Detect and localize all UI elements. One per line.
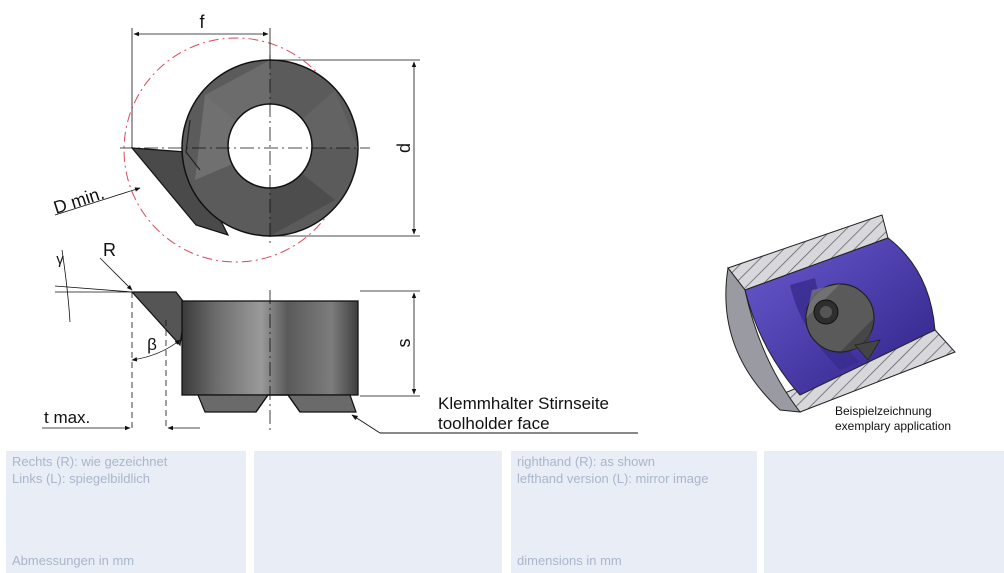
toolholder-leader: Klemmhalter Stirnseite toolholder face: [351, 394, 638, 434]
label-r: R: [103, 240, 116, 260]
footer-panel-blank-2: [764, 451, 1004, 573]
de-units: Abmessungen in mm: [12, 553, 135, 568]
top-view: [120, 37, 370, 263]
toolholder-de: Klemmhalter Stirnseite: [438, 394, 609, 413]
label-beta: β: [147, 335, 157, 354]
footer-panel-de: Rechts (R): wie gezeichnet Links (L): sp…: [6, 451, 246, 573]
example-en: exemplary application: [835, 419, 951, 433]
footer-panel-blank-1: [254, 451, 502, 573]
dim-t-max: t max.: [42, 408, 200, 431]
en-note-righthand: righthand (R): as shown: [517, 454, 656, 469]
label-t-max: t max.: [44, 408, 90, 427]
example-de: Beispielzeichnung: [835, 404, 932, 418]
en-note-lefthand: lefthand version (L): mirror image: [517, 471, 709, 486]
toolholder-en: toolholder face: [438, 414, 550, 433]
dim-gamma: γ: [54, 249, 133, 323]
de-note-lefthand: Links (L): spiegelbildlich: [12, 471, 151, 486]
example-illustration: Beispielzeichnung exemplary application: [725, 214, 956, 433]
dim-r: R: [99, 240, 133, 291]
label-gamma: γ: [56, 251, 64, 268]
label-s: s: [394, 339, 414, 348]
en-units: dimensions in mm: [517, 553, 622, 568]
footer-panel-en: righthand (R): as shown lefthand version…: [511, 451, 757, 573]
technical-drawing: f d D min. s γ R β t max. Klemmhalter St…: [42, 12, 956, 434]
de-note-righthand: Rechts (R): wie gezeichnet: [12, 454, 168, 469]
side-cutting-tip: [130, 291, 187, 347]
dim-d-min: D min.: [51, 183, 141, 218]
label-d-min: D min.: [51, 183, 107, 218]
label-d: d: [394, 143, 414, 153]
dim-s: s: [360, 290, 420, 397]
label-f: f: [199, 12, 205, 32]
